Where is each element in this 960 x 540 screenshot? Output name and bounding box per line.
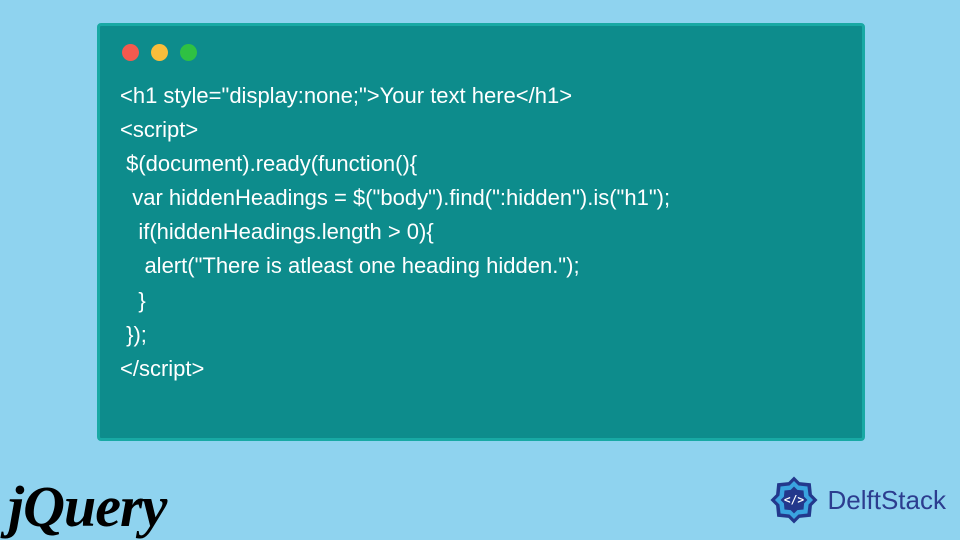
delftstack-label: DelftStack — [828, 485, 947, 516]
code-line: <h1 style="display:none;">Your text here… — [120, 83, 572, 108]
window-controls — [120, 44, 842, 61]
code-card: <h1 style="display:none;">Your text here… — [97, 23, 865, 441]
code-line: } — [120, 288, 146, 313]
code-block: <h1 style="display:none;">Your text here… — [120, 79, 842, 386]
jquery-logo: jQuery — [8, 478, 166, 536]
code-line: <script> — [120, 117, 198, 142]
delftstack-icon: </> — [766, 472, 822, 528]
minimize-icon — [151, 44, 168, 61]
code-line: alert("There is atleast one heading hidd… — [120, 253, 580, 278]
svg-text:</>: </> — [783, 493, 803, 506]
close-icon — [122, 44, 139, 61]
code-line: $(document).ready(function(){ — [120, 151, 417, 176]
code-line: if(hiddenHeadings.length > 0){ — [120, 219, 434, 244]
code-line: </script> — [120, 356, 204, 381]
delftstack-logo: </> DelftStack — [766, 472, 947, 528]
maximize-icon — [180, 44, 197, 61]
code-line: var hiddenHeadings = $("body").find(":hi… — [120, 185, 670, 210]
code-line: }); — [120, 322, 147, 347]
